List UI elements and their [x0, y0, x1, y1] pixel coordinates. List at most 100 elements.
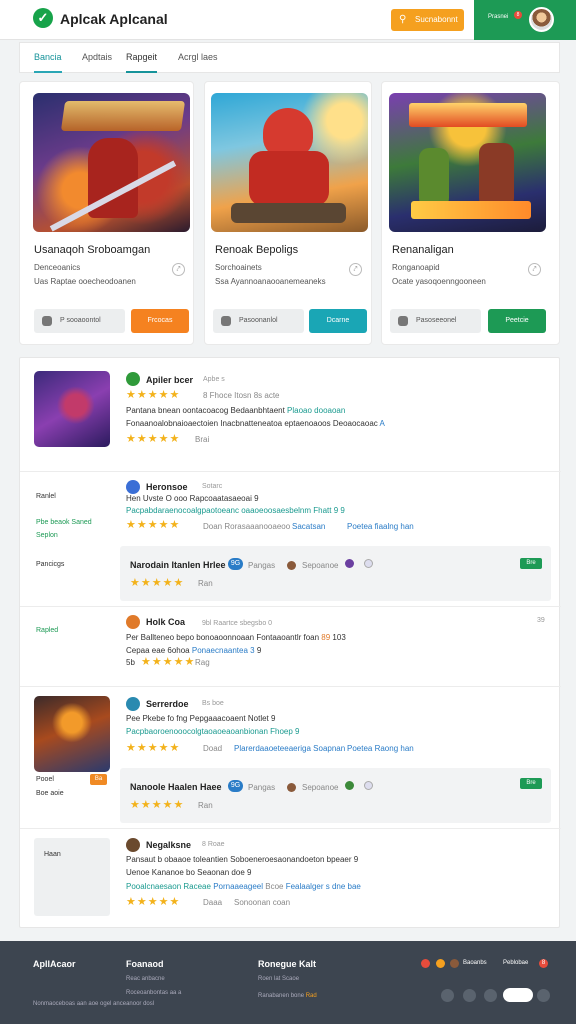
shield-icon	[398, 316, 408, 326]
side-label: Pooel	[36, 776, 54, 783]
shield-icon	[221, 316, 231, 326]
review-body: Pantana bnean oontacoacog Bedaanbhtaent …	[126, 406, 345, 415]
flag-icon[interactable]	[436, 959, 445, 968]
image-placeholder: Haan	[34, 838, 110, 916]
footer-badge: 8	[539, 959, 548, 968]
review-link[interactable]: Plarerdaaoeteeaeriga Soapnan	[234, 744, 345, 753]
footer-link[interactable]: Ranabanen bone Rad	[258, 993, 317, 999]
review-tag[interactable]: Fealaalger s dne bae	[286, 882, 361, 891]
primary-button[interactable]: Dcarne	[309, 309, 367, 333]
developer-reply: Nanoole Haalen Haee 9G Pangas Sepoanoe ★…	[120, 768, 551, 823]
review-meta: 8 Roae	[202, 841, 225, 848]
review-line: Hen Uvste O ooo Rapcoaatasaeoai 9	[126, 494, 259, 503]
review-link[interactable]: A	[380, 419, 385, 428]
checkmark-logo-icon[interactable]: ✓	[33, 8, 53, 28]
review-link[interactable]: Sacatsan	[292, 522, 325, 531]
footer-link[interactable]: Roceoanbontas aa a	[126, 990, 181, 996]
card-description: Ocate yasoqoenngooneen	[392, 277, 486, 286]
review-link[interactable]: Ponaecnaantea 3	[192, 646, 255, 655]
review-line: Cepaa eae 6ohoa Ponaecnaantea 3 9	[126, 646, 261, 655]
secondary-button[interactable]: Pasoonanlol	[213, 309, 304, 333]
review-label: Daaa	[203, 898, 223, 907]
flag-icon[interactable]	[450, 959, 459, 968]
reply-text: Sepoanoe	[302, 561, 339, 570]
reviewer-name: Negalksne	[146, 840, 192, 850]
game-art-image[interactable]	[33, 93, 190, 232]
secondary-button[interactable]: Pasoseeonel	[390, 309, 481, 333]
social-icon[interactable]	[441, 989, 454, 1002]
side-label: Boe aoie	[36, 790, 64, 797]
tab-2[interactable]: Apdtais	[82, 52, 112, 73]
review-line: Pee Pkebe fo fng Pepgaaacoaent Notlet 9	[126, 714, 276, 723]
review-tag[interactable]: Pornaaeageel	[213, 882, 263, 891]
flag-icon[interactable]	[421, 959, 430, 968]
game-card[interactable]: Renanaligan Ronganoapid Ocate yasoqoenng…	[381, 81, 560, 345]
review-link[interactable]: Poetea fiaalng han	[347, 522, 414, 531]
small-avatar-icon	[287, 561, 296, 570]
share-icon[interactable]: ⤤	[349, 263, 362, 276]
language-label[interactable]: Baoanbs	[463, 960, 487, 966]
review-link[interactable]: Sonoonan coan	[234, 898, 290, 907]
game-thumbnail[interactable]	[34, 371, 110, 447]
game-art-image[interactable]	[389, 93, 546, 232]
store-badge[interactable]	[503, 988, 533, 1002]
review-label: Doan Rorasaaanooaeoo	[203, 522, 291, 531]
side-pill[interactable]: Ba	[90, 774, 107, 785]
review-line-number: 89	[321, 633, 331, 642]
reply-status-pill[interactable]: Bre	[520, 778, 542, 789]
social-icon[interactable]	[463, 989, 476, 1002]
review-line: Pooalcnaesaon Raceae Pornaaeageel Bcoe F…	[126, 882, 361, 891]
game-art-image[interactable]	[211, 93, 368, 232]
game-card[interactable]: Usanaqoh Sroboamgan Denceoanics Uas Rapt…	[19, 81, 194, 345]
primary-button[interactable]: Frcocas	[131, 309, 189, 333]
social-icon[interactable]	[484, 989, 497, 1002]
review-tag[interactable]: Pooalcnaesaon Raceae	[126, 882, 211, 891]
footer-link[interactable]: Nonmaoceboas aan aoe ogel anceanoor dosl	[33, 1001, 154, 1007]
review-count: 39	[537, 617, 545, 624]
secondary-button[interactable]: P sooaoontol	[34, 309, 125, 333]
card-title: Usanaqoh Sroboamgan	[34, 244, 151, 256]
review-body: Fonaanoalobnaioaectoien Inacbnatteneatoa…	[126, 419, 385, 428]
primary-button[interactable]: Peetcie	[488, 309, 546, 333]
divider	[20, 686, 561, 687]
reply-badge: 9G	[228, 780, 243, 792]
user-avatar-icon	[126, 480, 140, 494]
tab-1[interactable]: Bancia	[34, 52, 62, 73]
reply-status-pill[interactable]: Bre	[520, 558, 542, 569]
side-label: Haan	[44, 851, 61, 858]
review-footer: Brai	[195, 435, 210, 444]
tab-3[interactable]: Rapgeit	[126, 52, 158, 73]
game-thumbnail[interactable]	[34, 696, 110, 772]
review-prefix: 5b	[126, 658, 135, 667]
reviewer-name: Serrerdoe	[146, 699, 189, 709]
share-icon[interactable]: ⤤	[528, 263, 541, 276]
reply-footer: Ran	[198, 579, 213, 588]
divider	[20, 471, 561, 472]
review-line: Pacpabdaraenocoalgpaotoeanc oaaoeoosaesb…	[126, 506, 345, 515]
region-label[interactable]: Peblobae	[503, 960, 528, 966]
game-card[interactable]: Renoak Bepoligs Sorchoainets Ssa Ayannoa…	[204, 81, 372, 345]
review-link[interactable]: Poetea Raong han	[347, 744, 414, 753]
user-avatar-icon	[126, 615, 140, 629]
search-button[interactable]: ⚲ Sucnabonnt	[391, 9, 464, 31]
secondary-button-label: Pasoonanlol	[239, 317, 278, 324]
account-area[interactable]: Prasnei 8	[474, 0, 576, 40]
review-line: Pacpbaoroenooocolgtaoaoeaoanbionan Fhoep…	[126, 727, 300, 736]
share-icon[interactable]: ⤤	[172, 263, 185, 276]
star-rating: ★★★★★	[141, 656, 196, 668]
divider	[20, 828, 561, 829]
star-rating: ★★★★★	[126, 433, 181, 445]
side-tag[interactable]: Pbe beaok Saned	[36, 519, 92, 526]
footer-link[interactable]: Roen lat Scaoe	[258, 976, 299, 982]
review-tag: Bcoe	[265, 882, 284, 891]
tab-4[interactable]: Acrgl laes	[178, 52, 218, 73]
side-tag[interactable]: Seplon	[36, 532, 58, 539]
avatar[interactable]	[529, 7, 554, 32]
card-description: Uas Raptae ooecheodoanen	[34, 277, 136, 286]
star-rating: ★★★★★	[126, 389, 181, 401]
side-tag[interactable]: Rapled	[36, 627, 58, 634]
review-rating-text: 8 Fhoce Itosn 8s acte	[203, 391, 280, 400]
review-link[interactable]: Plaoao dooaoan	[287, 406, 345, 415]
footer-link[interactable]: Reac anbacne	[126, 976, 165, 982]
social-icon[interactable]	[537, 989, 550, 1002]
